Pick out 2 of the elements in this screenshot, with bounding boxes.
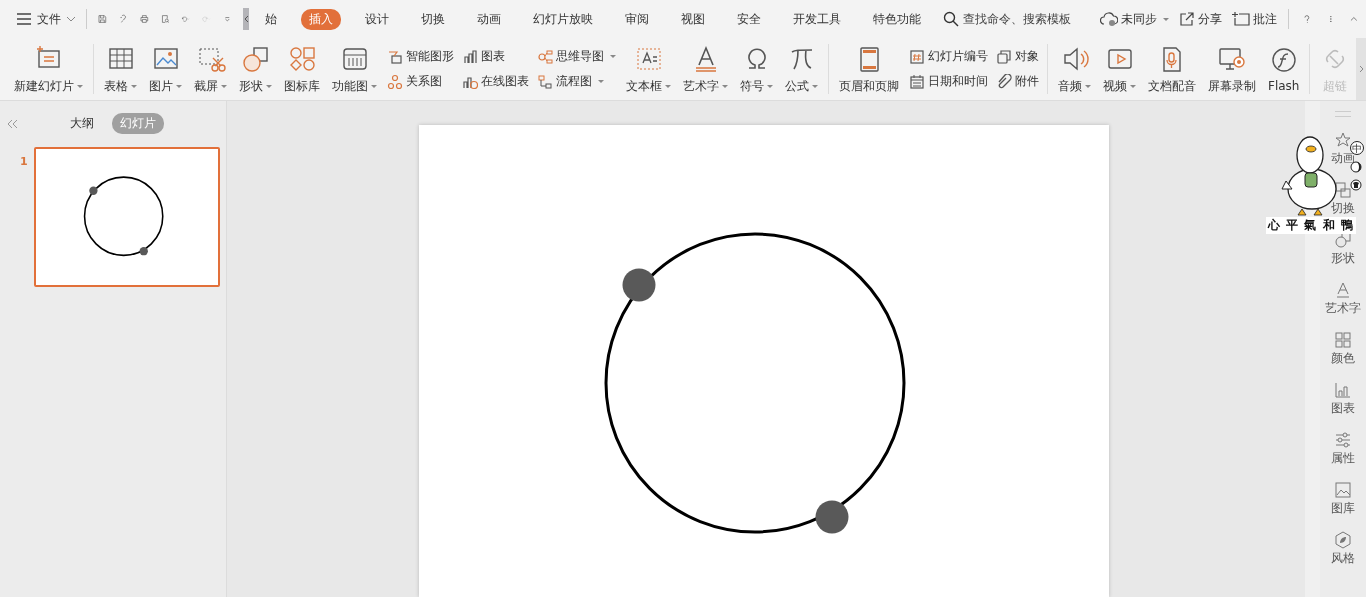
slide-number: 1 [20, 155, 28, 168]
sticker-caption: 心 平 氣 和 鴨 [1266, 217, 1356, 234]
